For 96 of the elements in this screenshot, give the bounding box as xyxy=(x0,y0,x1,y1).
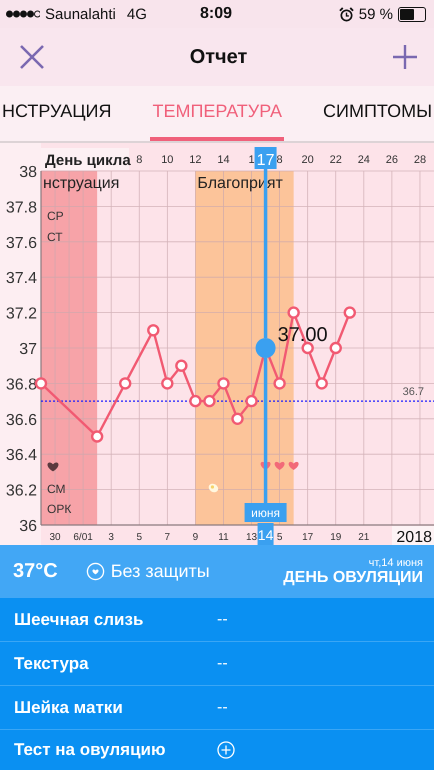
row-value: -- xyxy=(217,698,228,716)
clock: 8:09 xyxy=(200,5,232,23)
data-point xyxy=(316,377,328,390)
data-point xyxy=(273,377,286,390)
row-title: Тест на овуляцию xyxy=(14,740,166,760)
symptom-row[interactable]: Текстура -- xyxy=(0,642,434,686)
axis-label: 37.6 xyxy=(6,234,37,252)
axis-label: 1 xyxy=(248,154,255,166)
data-point xyxy=(287,306,300,319)
temperature-value: 37°C xyxy=(13,560,58,583)
row-label: СМ xyxy=(47,482,66,496)
day-type-label: ДЕНЬ ОВУЛЯЦИИ xyxy=(283,568,423,586)
axis-label: 11 xyxy=(218,532,229,543)
tab[interactable]: СИМПТОМЫ xyxy=(321,86,434,141)
axis-label: 26 xyxy=(386,154,398,166)
axis-label: 10 xyxy=(161,154,174,166)
symptom-row[interactable]: Тест на овуляцию xyxy=(0,730,434,770)
axis-label: 20 xyxy=(302,154,314,166)
axis-label: 5 xyxy=(276,532,282,543)
data-point xyxy=(147,324,160,336)
heart-icon xyxy=(48,462,58,472)
axis-label: 36.8 xyxy=(6,376,37,394)
axis-label: 19 xyxy=(330,532,342,543)
axis-label: 6/01 xyxy=(73,532,93,543)
data-point xyxy=(245,394,258,408)
axis-label: 28 xyxy=(414,154,426,166)
row-value: -- xyxy=(217,610,228,628)
symptom-row[interactable]: Шеечная слизь -- xyxy=(0,598,434,642)
row-label: СР xyxy=(47,209,64,223)
symptom-row[interactable]: Шейка матки -- xyxy=(0,686,434,730)
carrier-name: Saunalahti xyxy=(45,6,116,22)
data-point xyxy=(231,412,244,425)
baseline-label: 36.7 xyxy=(402,386,424,398)
data-point xyxy=(175,360,188,372)
axis-label: 8 xyxy=(276,154,283,166)
row-label: СТ xyxy=(47,230,63,244)
day-marker[interactable]: 17 xyxy=(254,147,277,169)
egg-icon xyxy=(208,484,218,492)
axis-label: 24 xyxy=(358,154,370,166)
axis-label: 38 xyxy=(19,164,37,181)
data-point xyxy=(119,377,132,390)
year-label: 2018 xyxy=(392,526,434,545)
heart-icon xyxy=(274,462,285,470)
screen-title: Отчет xyxy=(190,46,248,68)
data-point xyxy=(344,306,356,319)
row-label: ОРК xyxy=(47,502,72,516)
month-marker[interactable]: июня xyxy=(244,503,287,522)
band-label: нструация xyxy=(43,175,120,192)
selected-point[interactable] xyxy=(256,338,276,358)
date-label: чт,14 июня xyxy=(368,556,423,568)
axis-label: 3 xyxy=(108,532,114,543)
row-title: Шейка матки xyxy=(14,698,124,718)
annotation: июня xyxy=(251,506,280,520)
axis-label: 37.4 xyxy=(6,270,37,288)
cycle-day-title: День цикла xyxy=(41,148,131,170)
heart-icon xyxy=(288,462,299,470)
alarm-icon xyxy=(338,6,354,22)
axis-label: 5 xyxy=(136,532,142,543)
day-summary-bar[interactable]: 37°C Без защиты чт,14 июня ДЕНЬ ОВУЛЯЦИИ xyxy=(0,545,434,598)
data-point xyxy=(90,430,104,443)
axis-label: 8 xyxy=(136,154,142,166)
axis-label: 37.2 xyxy=(6,306,37,323)
axis-label: 14 xyxy=(217,154,230,166)
heart-icon xyxy=(260,462,271,470)
axis-label: 22 xyxy=(330,154,342,166)
row-value: -- xyxy=(217,654,228,672)
data-point xyxy=(34,377,48,390)
axis-label: 36.4 xyxy=(6,447,37,464)
axis-label: 36.6 xyxy=(6,412,37,429)
data-point xyxy=(161,377,174,390)
axis-label: 21 xyxy=(358,532,370,543)
axis-label: 36.2 xyxy=(6,482,37,500)
axis-label: 13 xyxy=(246,532,258,543)
signal-icon xyxy=(6,10,40,18)
add-icon[interactable] xyxy=(392,44,418,70)
axis-label: 12 xyxy=(189,154,202,166)
battery-percent: 59 % xyxy=(358,6,393,22)
network-type: 4G xyxy=(126,6,147,22)
axis-label: 9 xyxy=(192,532,198,543)
close-icon[interactable] xyxy=(19,44,45,70)
axis-label: 17 xyxy=(302,532,314,543)
data-point xyxy=(189,394,202,408)
data-point xyxy=(203,394,216,408)
date-marker[interactable]: 14 xyxy=(258,523,274,545)
protection-status: Без защиты xyxy=(110,561,210,582)
data-point xyxy=(217,377,230,390)
axis-label: 37.8 xyxy=(6,199,37,216)
axis-label: 7 xyxy=(164,532,170,543)
row-title: Текстура xyxy=(14,654,90,674)
row-title: Шеечная слизь xyxy=(14,610,144,630)
data-point xyxy=(330,342,342,354)
battery-icon xyxy=(398,6,426,22)
axis-label: 37 xyxy=(19,341,37,358)
axis-label: 36 xyxy=(19,518,37,535)
axis-label: 30 xyxy=(49,532,61,543)
tab[interactable]: НСТРУАЦИЯ xyxy=(0,86,114,141)
